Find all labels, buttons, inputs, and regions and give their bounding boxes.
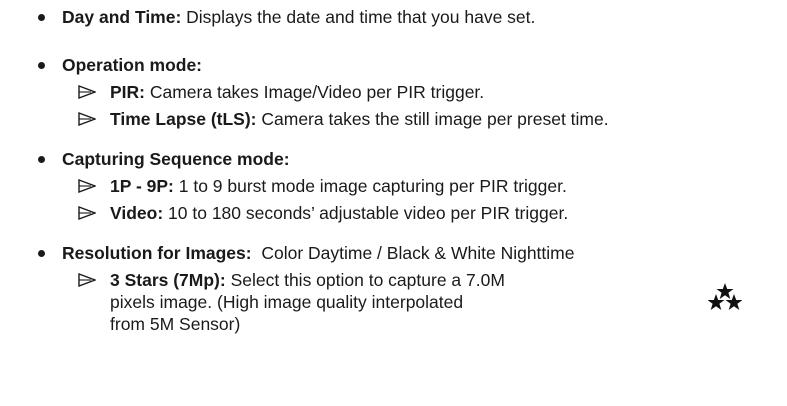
pir-text: Camera takes Image/Video per PIR trigger… [145, 82, 485, 102]
three-stars-continuation-1: pixels image. (High image quality interp… [110, 292, 464, 312]
three-stars-item: 3 Stars (7Mp): Select this option to cap… [110, 269, 505, 291]
arrow-bullet-icon [78, 112, 96, 126]
day-time-item: Day and Time: Displays the date and time… [62, 6, 535, 28]
pir-item: PIR: Camera takes Image/Video per PIR tr… [110, 81, 484, 103]
three-stars-label: 3 Stars (7Mp): [110, 270, 226, 290]
burst-label: 1P - 9P: [110, 176, 174, 196]
arrow-bullet-icon [78, 273, 96, 287]
arrow-bullet-icon [78, 206, 96, 220]
operation-mode-heading: Operation mode: [62, 55, 203, 75]
video-text: 10 to 180 seconds’ adjustable video per … [163, 203, 569, 223]
three-stars-text: Select this option to capture a 7.0M [225, 270, 505, 290]
video-label: Video: [110, 203, 164, 223]
bullet-dot [38, 14, 45, 21]
bullet-dot [38, 250, 45, 257]
day-time-text: Displays the date and time that you have… [181, 7, 536, 27]
capturing-sequence-heading: Capturing Sequence mode: [62, 149, 290, 169]
day-time-label: Day and Time: [62, 7, 182, 27]
resolution-label: Resolution for Images: [62, 243, 252, 263]
bullet-dot [38, 156, 45, 163]
manual-page: Day and Time: Displays the date and time… [0, 0, 787, 406]
video-item: Video: 10 to 180 seconds’ adjustable vid… [110, 202, 568, 224]
arrow-bullet-icon [78, 85, 96, 99]
three-stars-icon [708, 283, 742, 310]
bullet-dot [38, 62, 45, 69]
resolution-item: Resolution for Images: Color Daytime / B… [62, 242, 574, 264]
three-stars-continuation-2: from 5M Sensor) [110, 314, 241, 334]
resolution-text: Color Daytime / Black & White Nighttime [251, 243, 575, 263]
time-lapse-label: Time Lapse (tLS): [110, 109, 257, 129]
time-lapse-item: Time Lapse (tLS): Camera takes the still… [110, 108, 609, 130]
pir-label: PIR: [110, 82, 145, 102]
time-lapse-text: Camera takes the still image per preset … [256, 109, 609, 129]
burst-item: 1P - 9P: 1 to 9 burst mode image capturi… [110, 175, 567, 197]
burst-text: 1 to 9 burst mode image capturing per PI… [173, 176, 567, 196]
arrow-bullet-icon [78, 179, 96, 193]
